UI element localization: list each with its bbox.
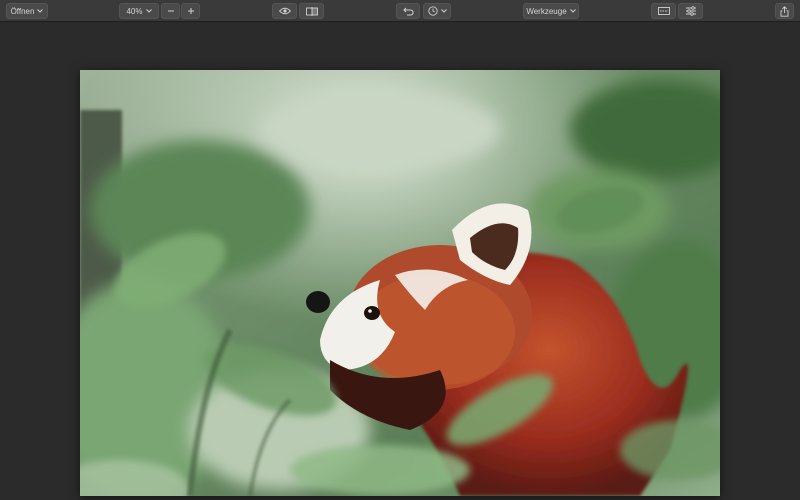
open-menu-button[interactable]: Öffnen: [6, 3, 48, 19]
zoom-out-button[interactable]: [161, 3, 180, 19]
undo-button[interactable]: [396, 3, 420, 19]
zoom-in-button[interactable]: [181, 3, 200, 19]
editor-canvas[interactable]: [0, 22, 800, 500]
share-button[interactable]: [775, 3, 794, 19]
eye-icon: [278, 7, 291, 15]
chevron-down-icon: [440, 9, 447, 13]
plus-icon: [187, 7, 195, 15]
split-view-icon: [305, 6, 318, 16]
panels-button[interactable]: [651, 3, 676, 19]
minus-icon: [167, 7, 175, 15]
zoom-level-value: 40%: [126, 6, 143, 16]
history-menu-button[interactable]: [423, 3, 451, 19]
chevron-down-icon: [569, 9, 576, 13]
clock-icon: [427, 6, 438, 16]
sliders-icon: [685, 6, 697, 16]
panels-icon: [657, 7, 670, 15]
chevron-down-icon: [145, 9, 152, 13]
preview-toggle-button[interactable]: [272, 3, 297, 19]
tools-menu-label: Werkzeuge: [526, 6, 567, 16]
share-icon: [780, 5, 789, 17]
zoom-level-select[interactable]: 40%: [119, 3, 159, 19]
open-menu-label: Öffnen: [10, 6, 35, 16]
adjustments-button[interactable]: [678, 3, 703, 19]
red-panda-photo: [80, 70, 720, 496]
compare-view-button[interactable]: [299, 3, 324, 19]
top-toolbar: Öffnen 40% Werkzeuge: [0, 0, 800, 22]
undo-icon: [402, 7, 414, 16]
tools-menu-button[interactable]: Werkzeuge: [523, 3, 579, 19]
photo-preview[interactable]: [80, 70, 720, 496]
chevron-down-icon: [37, 9, 44, 13]
